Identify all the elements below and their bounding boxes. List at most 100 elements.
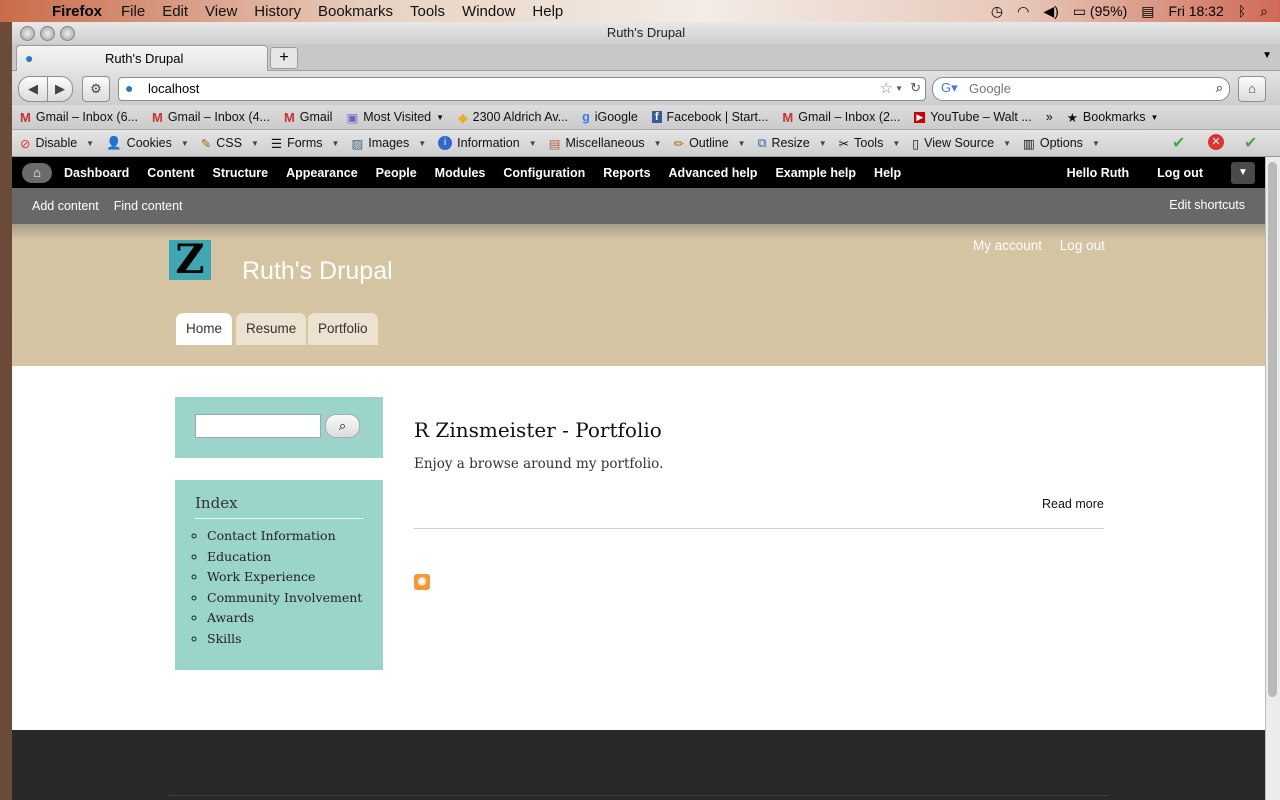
site-identity-icon[interactable]: ● xyxy=(125,80,133,96)
bookmarks-menu-button[interactable]: ★ Bookmarks ▼ xyxy=(1067,110,1159,125)
scrollbar-thumb[interactable] xyxy=(1268,162,1277,697)
search-icon[interactable]: ⌕ xyxy=(1216,80,1223,96)
bookmark-aldrich[interactable]: ◆ 2300 Aldrich Av... xyxy=(458,110,568,125)
bookmark-gmail-4[interactable]: M Gmail – Inbox (2... xyxy=(782,110,900,125)
shortcut-add-content[interactable]: Add content xyxy=(32,199,99,213)
shortcut-find-content[interactable]: Find content xyxy=(114,199,183,213)
back-button[interactable]: ◀ xyxy=(18,76,48,102)
admin-home-icon[interactable]: ⌂ xyxy=(22,162,52,183)
wd-disable[interactable]: ⊘ Disable ▼ xyxy=(20,136,94,151)
toolbar-reports[interactable]: Reports xyxy=(603,166,650,180)
forward-button[interactable]: ▶ xyxy=(47,76,73,102)
my-account-link[interactable]: My account xyxy=(973,238,1042,253)
bookmark-facebook[interactable]: f Facebook | Start... xyxy=(651,110,768,124)
flag-icon[interactable]: ▤ xyxy=(1141,3,1154,20)
error-icon[interactable]: ✕ xyxy=(1208,134,1224,150)
folder-icon: ▣ xyxy=(346,110,359,125)
wd-forms[interactable]: ☰ Forms ▼ xyxy=(271,136,340,151)
site-search-button[interactable]: ⌕ xyxy=(325,414,360,438)
toolbar-help[interactable]: Help xyxy=(874,166,901,180)
wd-css[interactable]: ✎ CSS ▼ xyxy=(201,136,259,151)
menu-edit[interactable]: Edit xyxy=(162,3,188,20)
browser-tab[interactable]: ● Ruth's Drupal xyxy=(16,45,268,71)
bluetooth-icon[interactable]: ᛒ xyxy=(1238,3,1246,19)
wd-cookies[interactable]: 👤 Cookies ▼ xyxy=(106,136,189,151)
star-icon[interactable]: ☆ xyxy=(880,79,893,97)
wd-resize[interactable]: ⧉ Resize ▼ xyxy=(758,136,827,151)
site-search-input[interactable] xyxy=(195,414,321,438)
wifi-icon[interactable]: ◠ xyxy=(1017,3,1029,20)
toolbar-configuration[interactable]: Configuration xyxy=(503,166,585,180)
header-logout-link[interactable]: Log out xyxy=(1060,238,1105,253)
menu-help[interactable]: Help xyxy=(532,3,563,20)
menu-tools[interactable]: Tools xyxy=(410,3,445,20)
rss-feed-icon[interactable]: ◉ xyxy=(414,574,430,590)
history-icon[interactable]: ⚙ xyxy=(82,76,110,102)
menu-view[interactable]: View xyxy=(205,3,237,20)
site-logo[interactable]: Z xyxy=(169,240,211,280)
tab-home[interactable]: Home xyxy=(176,313,233,345)
toolbar-appearance[interactable]: Appearance xyxy=(286,166,358,180)
wd-outline[interactable]: ✏ Outline ▼ xyxy=(674,136,746,151)
toolbar-logout[interactable]: Log out xyxy=(1157,166,1203,180)
bookmark-gmail-2[interactable]: M Gmail – Inbox (4... xyxy=(152,110,270,125)
wd-information[interactable]: i Information ▼ xyxy=(438,136,537,150)
volume-icon[interactable]: ◀) xyxy=(1043,3,1058,20)
index-item-community[interactable]: Community Involvement xyxy=(207,588,362,609)
reload-icon[interactable]: ↻ xyxy=(910,80,921,96)
wd-images[interactable]: ▨ Images ▼ xyxy=(351,136,426,151)
minimize-window-button[interactable] xyxy=(40,26,55,41)
time-machine-icon[interactable]: ◷ xyxy=(991,3,1003,20)
url-dropdown-icon[interactable]: ▼ xyxy=(895,84,903,93)
search-input[interactable] xyxy=(967,80,1211,97)
edit-shortcuts-link[interactable]: Edit shortcuts xyxy=(1169,198,1245,212)
bookmarks-overflow-icon[interactable]: » xyxy=(1046,110,1053,124)
index-item-awards[interactable]: Awards xyxy=(207,608,362,629)
wd-view-source[interactable]: ▯ View Source ▼ xyxy=(912,136,1011,151)
menu-window[interactable]: Window xyxy=(462,3,515,20)
url-bar[interactable]: ● localhost ☆ ▼ ↻ xyxy=(118,77,926,101)
zoom-window-button[interactable] xyxy=(60,26,75,41)
toolbar-content[interactable]: Content xyxy=(147,166,194,180)
toolbar-dashboard[interactable]: Dashboard xyxy=(64,166,129,180)
index-item-skills[interactable]: Skills xyxy=(207,629,362,650)
toolbar-hello-user[interactable]: Hello Ruth xyxy=(1067,166,1130,180)
bookmark-youtube[interactable]: ▶ YouTube – Walt ... xyxy=(914,110,1032,124)
valid-css-check-icon[interactable]: ✔ xyxy=(1172,133,1185,153)
wd-miscellaneous[interactable]: ▤ Miscellaneous ▼ xyxy=(549,136,662,151)
menu-bookmarks[interactable]: Bookmarks xyxy=(318,3,393,20)
wd-options[interactable]: ▥ Options ▼ xyxy=(1023,136,1100,151)
spotlight-icon[interactable]: ⌕ xyxy=(1260,3,1268,20)
index-item-education[interactable]: Education xyxy=(207,547,362,568)
index-item-contact[interactable]: Contact Information xyxy=(207,526,362,547)
bookmark-igoogle[interactable]: g iGoogle xyxy=(582,110,638,124)
tab-resume[interactable]: Resume xyxy=(236,313,307,345)
index-item-work-experience[interactable]: Work Experience xyxy=(207,567,362,588)
app-menu[interactable]: Firefox xyxy=(52,3,102,20)
site-name[interactable]: Ruth's Drupal xyxy=(242,257,393,286)
tab-portfolio[interactable]: Portfolio xyxy=(308,313,378,345)
bookmark-gmail-3[interactable]: M Gmail xyxy=(284,110,333,125)
valid-html-check-icon[interactable]: ✔ xyxy=(1244,133,1257,153)
battery-status[interactable]: ▭ (95%) xyxy=(1073,3,1127,20)
home-icon[interactable]: ⌂ xyxy=(1238,76,1266,102)
read-more-link[interactable]: Read more xyxy=(1042,497,1104,511)
wd-tools[interactable]: ✂ Tools ▼ xyxy=(839,136,901,151)
toolbar-example-help[interactable]: Example help xyxy=(775,166,856,180)
bookmark-gmail-1[interactable]: M Gmail – Inbox (6... xyxy=(20,110,138,125)
google-engine-icon[interactable]: G▾ xyxy=(941,80,958,96)
node-title[interactable]: R Zinsmeister - Portfolio xyxy=(414,418,662,442)
menu-file[interactable]: File xyxy=(121,3,145,20)
toolbar-structure[interactable]: Structure xyxy=(213,166,269,180)
close-window-button[interactable] xyxy=(20,26,35,41)
clock[interactable]: Fri 18:32 xyxy=(1169,3,1224,19)
menu-history[interactable]: History xyxy=(254,3,301,20)
toolbar-people[interactable]: People xyxy=(376,166,417,180)
tab-list-icon[interactable]: ▼ xyxy=(1262,50,1272,61)
toolbar-advanced-help[interactable]: Advanced help xyxy=(669,166,758,180)
battery-percent: (95%) xyxy=(1089,2,1128,19)
new-tab-button[interactable]: + xyxy=(270,47,298,69)
toolbar-modules[interactable]: Modules xyxy=(435,166,486,180)
shortcuts-toggle-icon[interactable]: ▼ xyxy=(1231,161,1255,184)
bookmark-most-visited[interactable]: ▣ Most Visited ▼ xyxy=(346,110,444,125)
